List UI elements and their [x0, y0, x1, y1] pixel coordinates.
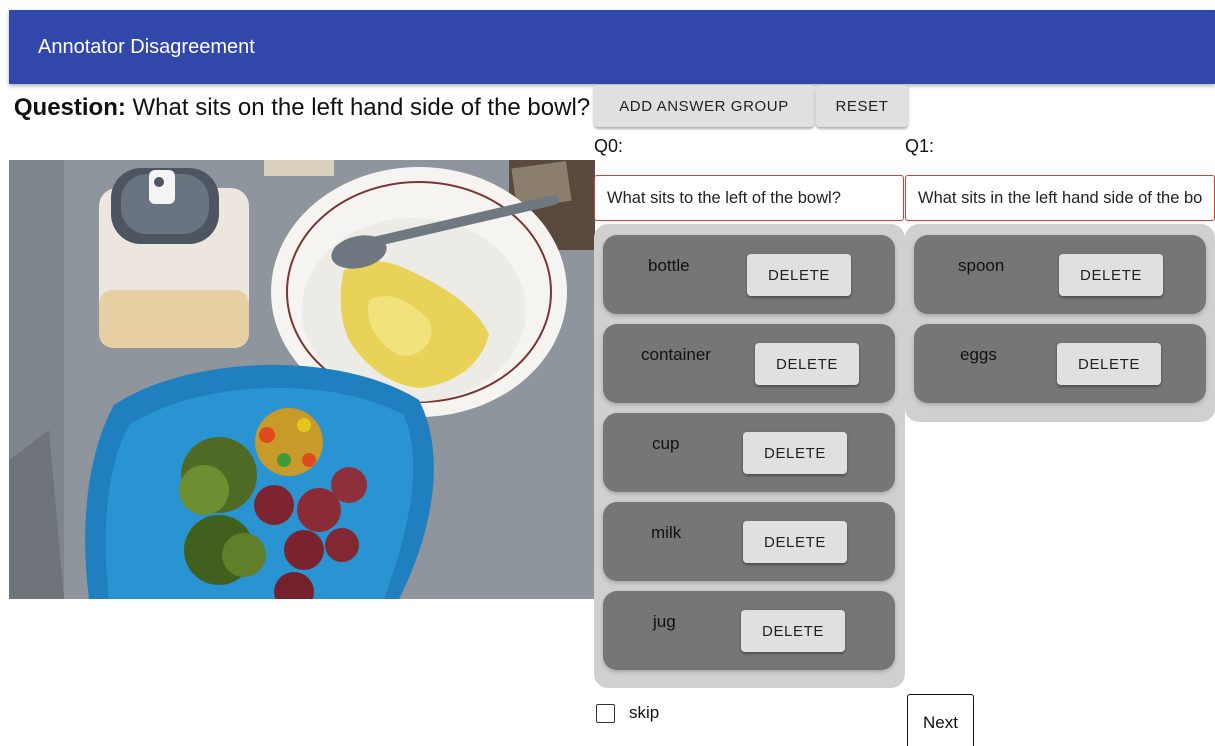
question-heading: Question: What sits on the left hand sid…	[9, 91, 595, 124]
group-label-q0: Q0:	[594, 136, 624, 156]
delete-button[interactable]: DELETE	[755, 343, 859, 385]
skip-label: skip	[629, 703, 660, 722]
group-label-q1: Q1:	[905, 136, 935, 156]
answer-card[interactable]: eggs DELETE	[914, 324, 1206, 403]
answer-text: jug	[653, 612, 676, 631]
answer-card[interactable]: bottle DELETE	[603, 235, 895, 314]
answer-text: spoon	[958, 256, 1005, 275]
answer-group-q0: bottle DELETE container DELETE cup DELET…	[594, 224, 905, 688]
group-question-input-q0[interactable]	[594, 175, 904, 221]
group-question-input-q1[interactable]	[905, 175, 1215, 221]
question-image	[9, 160, 595, 599]
question-text: What sits on the left hand side of the b…	[132, 94, 591, 121]
answer-card[interactable]: cup DELETE	[603, 413, 895, 492]
delete-button[interactable]: DELETE	[1057, 343, 1161, 385]
reset-button[interactable]: RESET	[816, 85, 908, 127]
toolbar: ADD ANSWER GROUP RESET	[594, 85, 908, 127]
delete-button[interactable]: DELETE	[741, 610, 845, 652]
answer-text: milk	[651, 523, 682, 542]
answer-text: eggs	[960, 345, 997, 364]
delete-button[interactable]: DELETE	[747, 254, 851, 296]
question-prefix: Question:	[13, 94, 126, 121]
answer-text: cup	[652, 434, 680, 453]
answer-text: container	[641, 345, 711, 364]
delete-button[interactable]: DELETE	[743, 521, 847, 563]
app-bar: Annotator Disagreement	[9, 10, 1215, 84]
answer-text: bottle	[648, 256, 690, 275]
answer-card[interactable]: milk DELETE	[603, 502, 895, 581]
answer-card[interactable]: container DELETE	[603, 324, 895, 403]
skip-checkbox[interactable]	[596, 703, 615, 723]
skip-control[interactable]: skip	[596, 703, 659, 723]
add-answer-group-button[interactable]: ADD ANSWER GROUP	[594, 85, 814, 127]
answer-group-q1: spoon DELETE eggs DELETE	[905, 224, 1215, 422]
delete-button[interactable]: DELETE	[743, 432, 847, 474]
delete-button[interactable]: DELETE	[1059, 254, 1163, 296]
next-button[interactable]: Next	[907, 694, 974, 746]
answer-card[interactable]: spoon DELETE	[914, 235, 1206, 314]
app-title: Annotator Disagreement	[38, 35, 255, 58]
answer-card[interactable]: jug DELETE	[603, 591, 895, 670]
